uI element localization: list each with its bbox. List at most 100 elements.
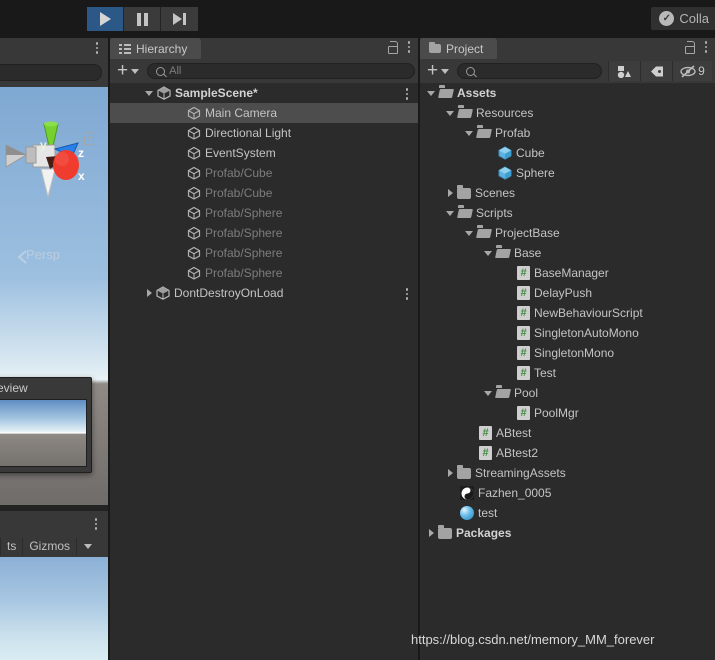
game-view-viewport[interactable] bbox=[0, 557, 108, 660]
tree-row[interactable]: Fazhen_0005 bbox=[420, 483, 715, 503]
gameobject-icon bbox=[187, 246, 201, 260]
hierarchy-create-button[interactable]: + bbox=[113, 60, 143, 81]
step-button[interactable] bbox=[161, 7, 198, 31]
hierarchy-menu-icon[interactable] bbox=[404, 41, 414, 53]
tree-row[interactable]: Resources bbox=[420, 103, 715, 123]
tab-project-label: Project bbox=[446, 41, 484, 56]
tree-row[interactable]: Main Camera bbox=[110, 103, 418, 123]
tree-row-label: Pool bbox=[514, 386, 539, 400]
tree-row[interactable]: # NewBehaviourScript bbox=[420, 303, 715, 323]
effects-toggle-button[interactable]: ts bbox=[0, 537, 24, 555]
tab-project[interactable]: Project bbox=[420, 38, 498, 59]
project-lock-icon[interactable] bbox=[684, 41, 695, 54]
chevron-down-icon[interactable] bbox=[465, 230, 473, 236]
tree-row[interactable]: ProjectBase bbox=[420, 223, 715, 243]
chevron-down-icon[interactable] bbox=[446, 210, 454, 216]
chevron-down-icon[interactable] bbox=[427, 90, 435, 96]
tree-row[interactable]: Pool bbox=[420, 383, 715, 403]
chevron-down-icon[interactable] bbox=[446, 110, 454, 116]
tree-row[interactable]: Base bbox=[420, 243, 715, 263]
tree-row[interactable]: DontDestroyOnLoad bbox=[110, 283, 418, 303]
row-menu-icon[interactable] bbox=[402, 88, 412, 100]
tree-row[interactable]: # ABtest2 bbox=[420, 443, 715, 463]
tree-row[interactable]: Scripts bbox=[420, 203, 715, 223]
game-panel-menu-icon[interactable] bbox=[91, 518, 101, 530]
tree-row[interactable]: SampleScene* bbox=[110, 83, 418, 103]
gameobject-icon bbox=[187, 146, 201, 160]
tree-row[interactable]: Profab/Sphere bbox=[110, 203, 418, 223]
tree-row-label: DontDestroyOnLoad bbox=[174, 286, 284, 300]
tree-row[interactable]: StreamingAssets bbox=[420, 463, 715, 483]
tree-row[interactable]: Packages bbox=[420, 523, 715, 543]
gizmo-axis-y-label: y bbox=[40, 138, 47, 152]
tree-row-label: Profab/Sphere bbox=[205, 246, 283, 260]
hierarchy-lock-icon[interactable] bbox=[387, 41, 398, 54]
tree-row[interactable]: EventSystem bbox=[110, 143, 418, 163]
tree-row-label: Main Camera bbox=[205, 106, 278, 120]
search-icon bbox=[156, 66, 166, 76]
scene-search-input[interactable] bbox=[0, 64, 102, 81]
hierarchy-icon bbox=[119, 43, 131, 54]
scene-game-splitter[interactable] bbox=[0, 505, 108, 511]
project-create-button[interactable]: + bbox=[423, 61, 453, 80]
plus-icon: + bbox=[117, 60, 129, 81]
tree-row[interactable]: # Test bbox=[420, 363, 715, 383]
filter-by-label-button[interactable] bbox=[640, 61, 672, 81]
tree-row[interactable]: # SingletonAutoMono bbox=[420, 323, 715, 343]
tree-row-label: Profab/Cube bbox=[205, 166, 273, 180]
project-menu-icon[interactable] bbox=[701, 41, 711, 53]
filter-by-type-button[interactable] bbox=[608, 61, 640, 81]
project-search-input[interactable] bbox=[457, 63, 602, 79]
collab-button[interactable]: ✓ Colla bbox=[651, 7, 715, 30]
tree-row-label: EventSystem bbox=[205, 146, 276, 160]
tree-row[interactable]: test bbox=[420, 503, 715, 523]
scene-lower-tabbar bbox=[0, 511, 108, 535]
tree-row[interactable]: Profab/Sphere bbox=[110, 243, 418, 263]
scene-lock-icon[interactable] bbox=[83, 132, 94, 145]
play-button[interactable] bbox=[87, 7, 124, 31]
tree-row[interactable]: Profab/Cube bbox=[110, 183, 418, 203]
folder-open-icon bbox=[439, 85, 453, 99]
chevron-right-icon[interactable] bbox=[147, 289, 152, 297]
tree-row[interactable]: Directional Light bbox=[110, 123, 418, 143]
project-tree[interactable]: Assets Resources Profab Cube Sphere Scenes Scr… bbox=[420, 83, 715, 660]
tab-hierarchy[interactable]: Hierarchy bbox=[110, 38, 202, 59]
row-menu-icon[interactable] bbox=[402, 288, 412, 300]
chevron-right-icon[interactable] bbox=[429, 529, 434, 537]
hidden-items-button[interactable]: 9 bbox=[672, 61, 712, 81]
hierarchy-search-input[interactable]: All bbox=[147, 63, 415, 79]
image-asset-icon bbox=[460, 486, 474, 500]
scene-view-viewport[interactable]: y z x Persp review bbox=[0, 87, 108, 511]
tree-row[interactable]: Scenes bbox=[420, 183, 715, 203]
folder-open-icon bbox=[477, 225, 491, 239]
pause-button[interactable] bbox=[124, 7, 161, 31]
scene-menu-icon[interactable] bbox=[92, 42, 102, 54]
tree-row[interactable]: Assets bbox=[420, 83, 715, 103]
tree-row[interactable]: # BaseManager bbox=[420, 263, 715, 283]
chevron-down-icon[interactable] bbox=[145, 90, 153, 96]
gizmos-dropdown-button[interactable] bbox=[77, 543, 99, 549]
gizmo-axis-z-label: z bbox=[78, 146, 84, 160]
gizmos-button[interactable]: Gizmos bbox=[23, 537, 78, 555]
tree-row[interactable]: Profab bbox=[420, 123, 715, 143]
script-icon: # bbox=[517, 306, 530, 320]
chevron-right-icon[interactable] bbox=[448, 469, 453, 477]
tree-row[interactable]: Profab/Cube bbox=[110, 163, 418, 183]
tree-row[interactable]: # ABtest bbox=[420, 423, 715, 443]
tree-row[interactable]: Sphere bbox=[420, 163, 715, 183]
tree-row[interactable]: Profab/Sphere bbox=[110, 263, 418, 283]
tree-row[interactable]: # DelayPush bbox=[420, 283, 715, 303]
chevron-right-icon[interactable] bbox=[448, 189, 453, 197]
tree-row[interactable]: # SingletonMono bbox=[420, 343, 715, 363]
check-icon: ✓ bbox=[659, 11, 675, 26]
hidden-items-icon bbox=[680, 64, 696, 78]
tree-row[interactable]: Cube bbox=[420, 143, 715, 163]
chevron-down-icon[interactable] bbox=[484, 250, 492, 256]
chevron-down-icon[interactable] bbox=[484, 390, 492, 396]
tree-row[interactable]: # PoolMgr bbox=[420, 403, 715, 423]
hierarchy-tree[interactable]: SampleScene* Main Camera Directional Light… bbox=[110, 83, 418, 660]
chevron-down-icon[interactable] bbox=[465, 130, 473, 136]
tree-row[interactable]: Profab/Sphere bbox=[110, 223, 418, 243]
